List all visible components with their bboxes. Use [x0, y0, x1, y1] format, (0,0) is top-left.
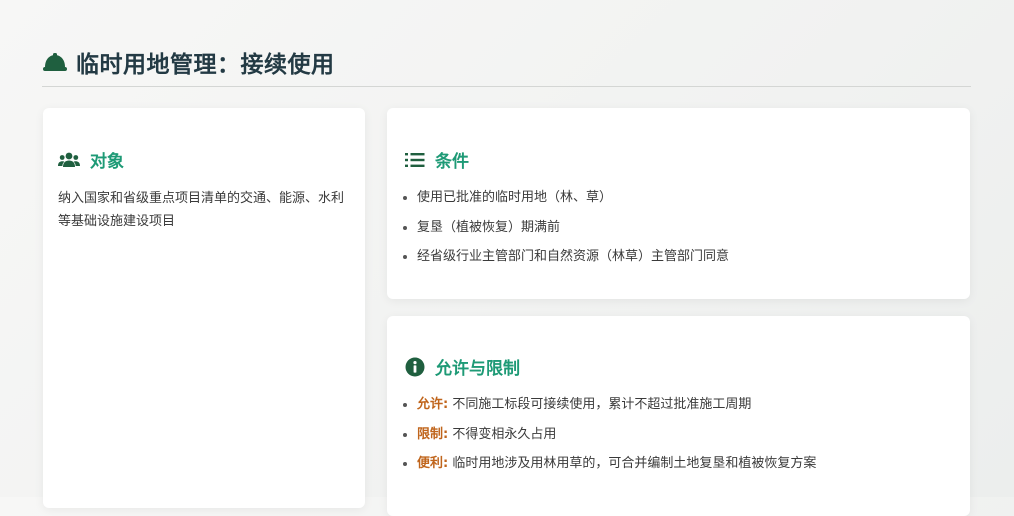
- limit-label: 限制:: [417, 426, 449, 442]
- allow-limit-card-header: 允许与限制: [405, 354, 520, 379]
- page-header: 临时用地管理：接续使用: [42, 38, 971, 87]
- list-item: 允许: 不同施工标段可接续使用，累计不超过批准施工周期: [401, 395, 816, 425]
- list-item: 使用已批准的临时用地（林、草）: [401, 188, 729, 218]
- conditions-card: 条件 使用已批准的临时用地（林、草） 复垦（植被恢复）期满前 经省级行业主管部门…: [387, 108, 970, 299]
- allow-text: 不同施工标段可接续使用，累计不超过批准施工周期: [452, 397, 752, 412]
- info-circle-icon: [405, 357, 425, 377]
- target-card-heading: 对象: [90, 152, 124, 172]
- list-item: 复垦（植被恢复）期满前: [401, 218, 729, 248]
- allow-label: 允许:: [417, 397, 449, 412]
- convenience-text: 临时用地涉及用林用草的，可合并编制土地复垦和植被恢复方案: [452, 456, 817, 471]
- conditions-list: 使用已批准的临时用地（林、草） 复垦（植被恢复）期满前 经省级行业主管部门和自然…: [401, 188, 729, 277]
- list-item: 限制: 不得变相永久占用: [401, 425, 816, 455]
- allow-limit-card-heading: 允许与限制: [435, 359, 520, 379]
- hard-hat-icon: [42, 50, 70, 74]
- allow-limit-list: 允许: 不同施工标段可接续使用，累计不超过批准施工周期 限制: 不得变相永久占用…: [401, 395, 816, 484]
- list-item: 便利: 临时用地涉及用林用草的，可合并编制土地复垦和植被恢复方案: [401, 454, 816, 484]
- limit-text: 不得变相永久占用: [452, 426, 557, 442]
- convenience-label: 便利:: [417, 456, 449, 471]
- users-icon: [58, 152, 80, 168]
- list-icon: [405, 152, 425, 168]
- conditions-card-heading: 条件: [435, 152, 469, 172]
- target-description: 纳入国家和省级重点项目清单的交通、能源、水利等基础设施建设项目: [58, 191, 345, 229]
- target-card: 对象 纳入国家和省级重点项目清单的交通、能源、水利等基础设施建设项目: [43, 108, 365, 508]
- conditions-card-header: 条件: [405, 147, 469, 172]
- allow-limit-card: 允许与限制 允许: 不同施工标段可接续使用，累计不超过批准施工周期 限制: 不得…: [387, 316, 970, 516]
- page-title: 临时用地管理：接续使用: [76, 52, 335, 78]
- list-item: 经省级行业主管部门和自然资源（林草）主管部门同意: [401, 247, 729, 277]
- target-card-header: 对象: [58, 147, 124, 172]
